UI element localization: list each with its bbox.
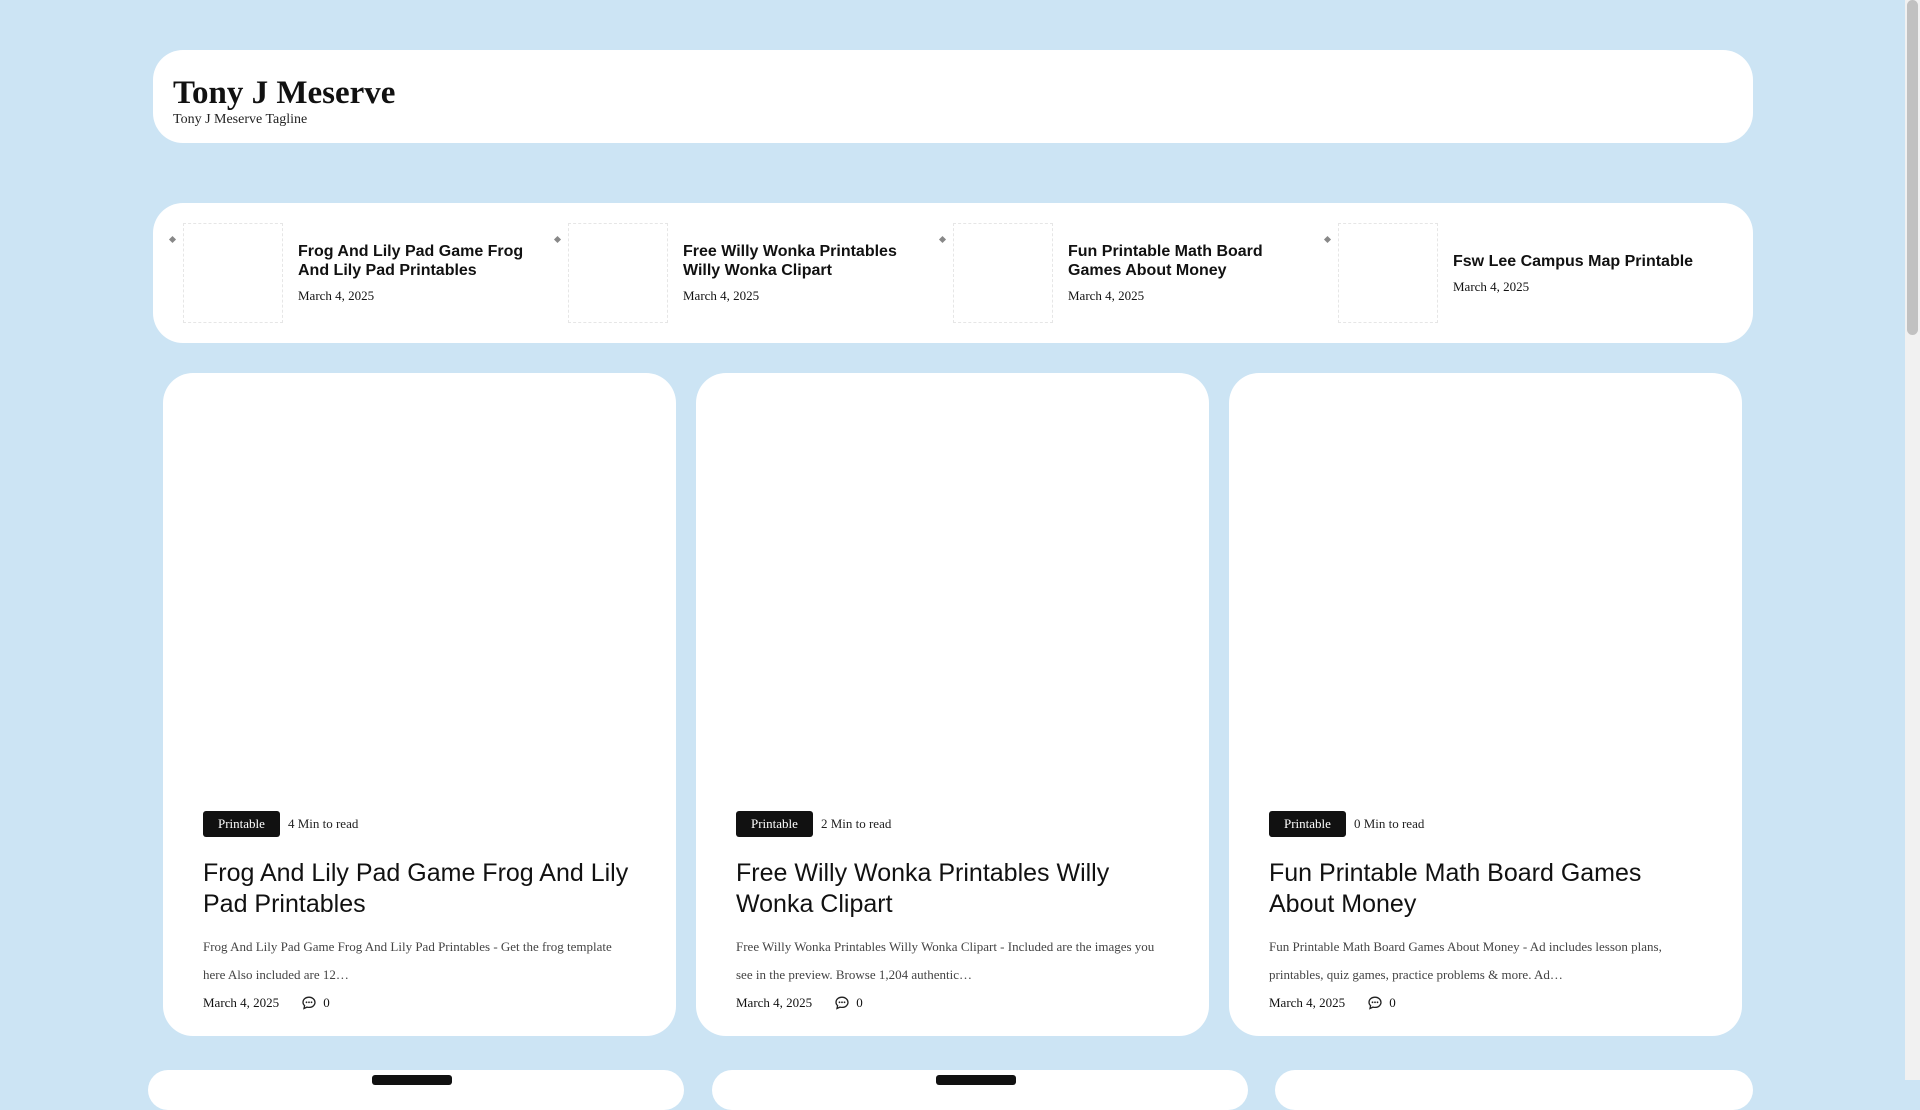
trending-text: Fsw Lee Campus Map Printable March 4, 20… (1453, 223, 1703, 323)
read-time: 4 Min to read (287, 816, 359, 831)
trending-thumbnail[interactable] (1338, 223, 1438, 323)
post-card-body: Printable 2 Min to read Free Willy Wonka… (736, 811, 1169, 1011)
post-date: March 4, 2025 (1269, 995, 1346, 1010)
post-excerpt: Fun Printable Math Board Games About Mon… (1269, 939, 1662, 982)
category-badge[interactable]: Printable (1269, 811, 1346, 837)
post-excerpt: Frog And Lily Pad Game Frog And Lily Pad… (203, 939, 612, 982)
category-badge[interactable]: Printable (736, 811, 813, 837)
post-title[interactable]: Fun Printable Math Board Games About Mon… (1269, 858, 1702, 920)
trending-title[interactable]: Fsw Lee Campus Map Printable (1453, 252, 1703, 271)
trending-text: Fun Printable Math Board Games About Mon… (1068, 223, 1318, 323)
trending-thumbnail[interactable] (953, 223, 1053, 323)
category-badge-partial (372, 1075, 452, 1085)
trending-title[interactable]: Fun Printable Math Board Games About Mon… (1068, 242, 1318, 280)
comment-icon[interactable] (301, 995, 317, 1011)
post-footer: March 4, 2025 0 (1269, 995, 1702, 1011)
comment-icon[interactable] (834, 995, 850, 1011)
post-card-partial (712, 1070, 1248, 1110)
post-meta: Printable 4 Min to read (203, 811, 636, 837)
site-tagline: Tony J Meserve Tagline (173, 112, 308, 127)
scrollbar-thumb[interactable] (1907, 0, 1918, 335)
comment-count[interactable]: 0 (323, 995, 330, 1011)
post-title[interactable]: Frog And Lily Pad Game Frog And Lily Pad… (203, 858, 636, 920)
post-card: Printable 4 Min to read Frog And Lily Pa… (163, 373, 676, 1036)
read-time: 2 Min to read (820, 816, 892, 831)
category-badge[interactable]: Printable (203, 811, 280, 837)
comment-count[interactable]: 0 (1389, 995, 1396, 1011)
trending-title[interactable]: Frog And Lily Pad Game Frog And Lily Pad… (298, 242, 548, 280)
page-scrollbar[interactable] (1905, 0, 1920, 1080)
trending-text: Free Willy Wonka Printables Willy Wonka … (683, 223, 933, 323)
trending-thumbnail[interactable] (183, 223, 283, 323)
trending-date: March 4, 2025 (1453, 278, 1530, 294)
trending-date: March 4, 2025 (1068, 288, 1145, 303)
post-card-body: Printable 0 Min to read Fun Printable Ma… (1269, 811, 1702, 1011)
post-card-body: Printable 4 Min to read Frog And Lily Pa… (203, 811, 636, 1011)
trending-title[interactable]: Free Willy Wonka Printables Willy Wonka … (683, 242, 933, 280)
trending-posts-bar: Frog And Lily Pad Game Frog And Lily Pad… (153, 203, 1753, 343)
read-time: 0 Min to read (1353, 816, 1425, 831)
post-card: Printable 0 Min to read Fun Printable Ma… (1229, 373, 1742, 1036)
trending-date: March 4, 2025 (298, 288, 375, 303)
post-card-partial (148, 1070, 684, 1110)
trending-text: Frog And Lily Pad Game Frog And Lily Pad… (298, 223, 548, 323)
site-header: Tony J Meserve Tony J Meserve Tagline (153, 50, 1753, 143)
post-date: March 4, 2025 (736, 995, 813, 1010)
comment-count[interactable]: 0 (856, 995, 863, 1011)
post-meta: Printable 0 Min to read (1269, 811, 1702, 837)
post-card: Printable 2 Min to read Free Willy Wonka… (696, 373, 1209, 1036)
post-card-partial (1275, 1070, 1753, 1110)
post-meta: Printable 2 Min to read (736, 811, 1169, 837)
trending-thumbnail[interactable] (568, 223, 668, 323)
post-excerpt: Free Willy Wonka Printables Willy Wonka … (736, 939, 1155, 982)
post-title[interactable]: Free Willy Wonka Printables Willy Wonka … (736, 858, 1169, 920)
category-badge-partial (936, 1075, 1016, 1085)
trending-date: March 4, 2025 (683, 288, 760, 303)
post-date: March 4, 2025 (203, 995, 280, 1010)
comment-icon[interactable] (1367, 995, 1383, 1011)
post-footer: March 4, 2025 0 (736, 995, 1169, 1011)
site-title[interactable]: Tony J Meserve (173, 75, 1733, 111)
post-footer: March 4, 2025 0 (203, 995, 636, 1011)
